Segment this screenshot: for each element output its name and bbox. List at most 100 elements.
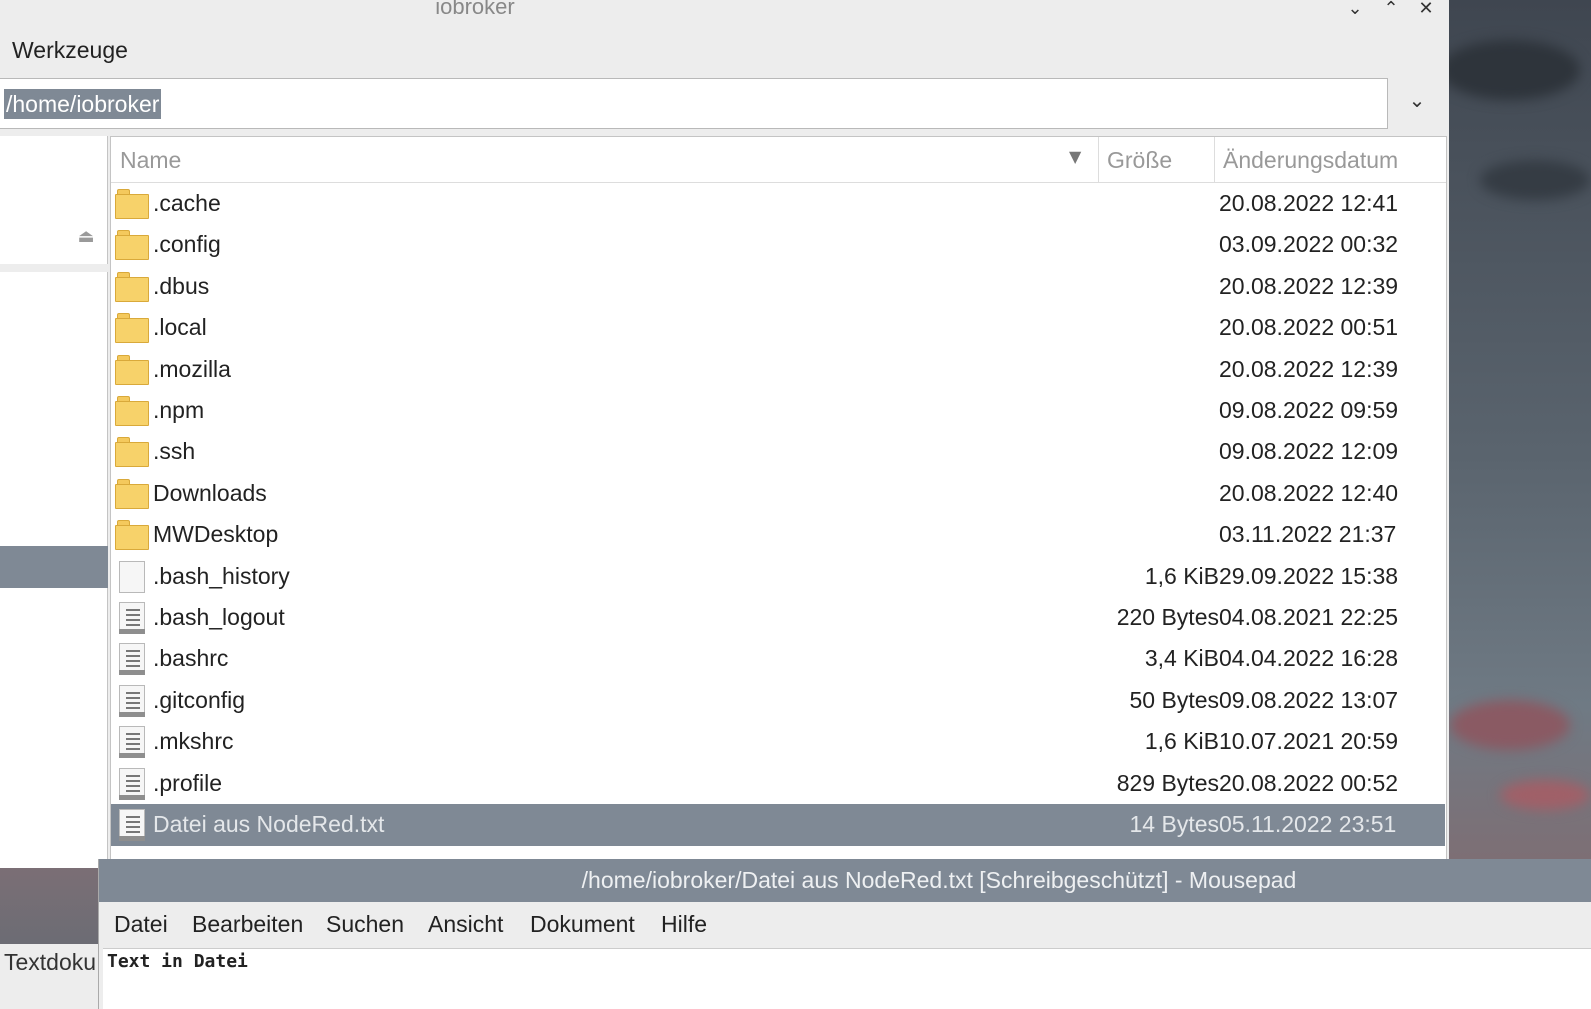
window-title: iobroker: [435, 0, 515, 19]
chevron-down-icon[interactable]: ⌄: [1400, 88, 1434, 118]
minimize-icon[interactable]: ⌄: [1343, 0, 1367, 19]
file-size: 50 Bytes: [1129, 686, 1220, 713]
file-row[interactable]: .dbus 20.08.2022 12:39: [111, 266, 1445, 308]
column-divider[interactable]: [1098, 137, 1099, 183]
file-modified: 20.08.2022 00:52: [1219, 769, 1399, 796]
status-bar: Textdoku: [0, 944, 100, 1009]
mousepad-titlebar[interactable]: /home/iobroker/Datei aus NodeRed.txt [Sc…: [99, 859, 1591, 902]
file-modified: 04.08.2021 22:25: [1219, 604, 1399, 630]
file-row[interactable]: .npm 09.08.2022 09:59: [111, 390, 1445, 432]
file-modified: 03.09.2022 00:32: [1219, 231, 1399, 258]
file-manager-window: iobroker ⌄ ⌃ ✕ Werkzeuge /home/iobroker …: [0, 0, 1449, 1009]
folder-icon: [115, 312, 149, 344]
mousepad-window: /home/iobroker/Datei aus NodeRed.txt [Sc…: [98, 859, 1591, 1009]
file-modified: 29.09.2022 15:38: [1219, 562, 1399, 589]
column-name[interactable]: Name: [120, 147, 181, 174]
file-size: 1,6 KiB: [1144, 728, 1219, 755]
file-name: Datei aus NodeRed.txt: [153, 811, 385, 837]
file-name: .bash_logout: [153, 604, 285, 630]
file-name: .config: [153, 231, 221, 258]
file-modified: 09.08.2022 12:09: [1219, 438, 1399, 465]
file-row[interactable]: Downloads 20.08.2022 12:40: [111, 473, 1445, 515]
file-name: .mozilla: [153, 355, 231, 382]
text-editor-area[interactable]: Text in Datei: [103, 948, 1591, 1009]
file-size: 220 Bytes: [1116, 604, 1219, 630]
file-row[interactable]: .mozilla 20.08.2022 12:39: [111, 349, 1445, 391]
file-row[interactable]: .mkshrc 1,6 KiB 10.07.2021 20:59: [111, 721, 1445, 763]
file-row-selected[interactable]: Datei aus NodeRed.txt 14 Bytes 05.11.2022 …: [111, 804, 1445, 846]
file-modified: 09.08.2022 13:07: [1219, 686, 1399, 713]
file-name: .dbus: [153, 272, 210, 299]
file-modified: 09.08.2022 09:59: [1219, 397, 1399, 423]
status-text: Textdoku: [4, 949, 97, 975]
side-pane-selected-item[interactable]: [0, 546, 108, 588]
file-modified: 10.07.2021 20:59: [1219, 728, 1399, 755]
file-name: .profile: [153, 769, 223, 796]
folder-icon: [115, 188, 149, 220]
folder-icon: [115, 436, 149, 468]
side-pane-divider: [0, 264, 108, 272]
file-row[interactable]: .bashrc 3,4 KiB 04.04.2022 16:28: [111, 638, 1445, 680]
folder-icon: [115, 395, 149, 427]
file-modified: 04.04.2022 16:28: [1219, 645, 1399, 672]
text-file-icon: [115, 602, 149, 634]
file-modified: 20.08.2022 12:40: [1219, 479, 1399, 506]
file-row[interactable]: .ssh 09.08.2022 12:09: [111, 431, 1445, 473]
column-size[interactable]: Größe: [1107, 147, 1172, 174]
file-size: 829 Bytes: [1116, 769, 1219, 796]
folder-icon: [115, 478, 149, 510]
cloud: [1480, 160, 1590, 200]
path-input[interactable]: /home/iobroker: [4, 89, 162, 119]
path-bar[interactable]: /home/iobroker: [0, 78, 1388, 129]
menu-suchen[interactable]: Suchen: [326, 911, 404, 938]
file-list: Name ▼ Größe Änderungsdatum .cache 20.08.…: [110, 136, 1447, 868]
folder-icon: [115, 229, 149, 261]
column-divider[interactable]: [1214, 137, 1215, 183]
text-file-icon: [115, 684, 149, 717]
menu-dokument[interactable]: Dokument: [530, 911, 635, 938]
file-size: 3,4 KiB: [1144, 645, 1219, 672]
file-name: .bashrc: [153, 645, 229, 672]
file-modified: 05.11.2022 23:51: [1219, 811, 1397, 837]
file-row[interactable]: .cache 20.08.2022 12:41: [111, 183, 1445, 225]
menu-tools[interactable]: Werkzeuge: [12, 37, 128, 64]
folder-icon: [115, 271, 149, 303]
blank-file-icon: [115, 560, 149, 593]
text-file-icon: [115, 726, 149, 759]
editor-content: Text in Datei: [107, 951, 248, 972]
file-modified: 20.08.2022 00:51: [1219, 314, 1399, 341]
menubar: Werkzeuge: [0, 28, 1449, 68]
file-row[interactable]: .config 03.09.2022 00:32: [111, 224, 1445, 266]
side-pane: ⏏: [0, 136, 108, 868]
file-size: 1,6 KiB: [1144, 562, 1219, 589]
close-icon[interactable]: ✕: [1414, 0, 1438, 19]
file-modified: 20.08.2022 12:39: [1219, 355, 1399, 382]
file-manager-titlebar[interactable]: iobroker ⌄ ⌃ ✕: [0, 0, 1449, 22]
file-row[interactable]: .gitconfig 50 Bytes 09.08.2022 13:07: [111, 680, 1445, 722]
menu-bearbeiten[interactable]: Bearbeiten: [192, 911, 303, 938]
file-row[interactable]: .local 20.08.2022 00:51: [111, 307, 1445, 349]
file-modified: 20.08.2022 12:39: [1219, 272, 1399, 299]
file-row[interactable]: .profile 829 Bytes 20.08.2022 00:52: [111, 763, 1445, 805]
file-name: Downloads: [153, 479, 267, 506]
menu-hilfe[interactable]: Hilfe: [661, 911, 707, 938]
menu-datei[interactable]: Datei: [114, 911, 168, 938]
maximize-icon[interactable]: ⌃: [1379, 0, 1403, 19]
file-name: .bash_history: [153, 562, 290, 589]
file-modified: 20.08.2022 12:41: [1219, 190, 1399, 216]
text-file-icon: [115, 809, 149, 841]
menu-ansicht[interactable]: Ansicht: [428, 911, 503, 938]
file-size: 14 Bytes: [1129, 811, 1220, 837]
folder-icon: [115, 519, 149, 551]
cloud: [1500, 780, 1590, 810]
eject-icon[interactable]: ⏏: [74, 226, 98, 250]
text-file-icon: [115, 643, 149, 676]
file-row[interactable]: MWDesktop 03.11.2022 21:37: [111, 514, 1445, 556]
column-header: Name ▼ Größe Änderungsdatum: [111, 137, 1446, 183]
column-modified[interactable]: Änderungsdatum: [1223, 147, 1398, 174]
sort-descending-icon[interactable]: ▼: [1069, 147, 1081, 166]
mousepad-title: /home/iobroker/Datei aus NodeRed.txt [Sc…: [581, 867, 1297, 893]
file-row[interactable]: .bash_logout 220 Bytes 04.08.2021 22:25: [111, 597, 1445, 639]
file-row[interactable]: .bash_history 1,6 KiB 29.09.2022 15:38: [111, 556, 1445, 598]
file-name: .local: [153, 314, 207, 341]
